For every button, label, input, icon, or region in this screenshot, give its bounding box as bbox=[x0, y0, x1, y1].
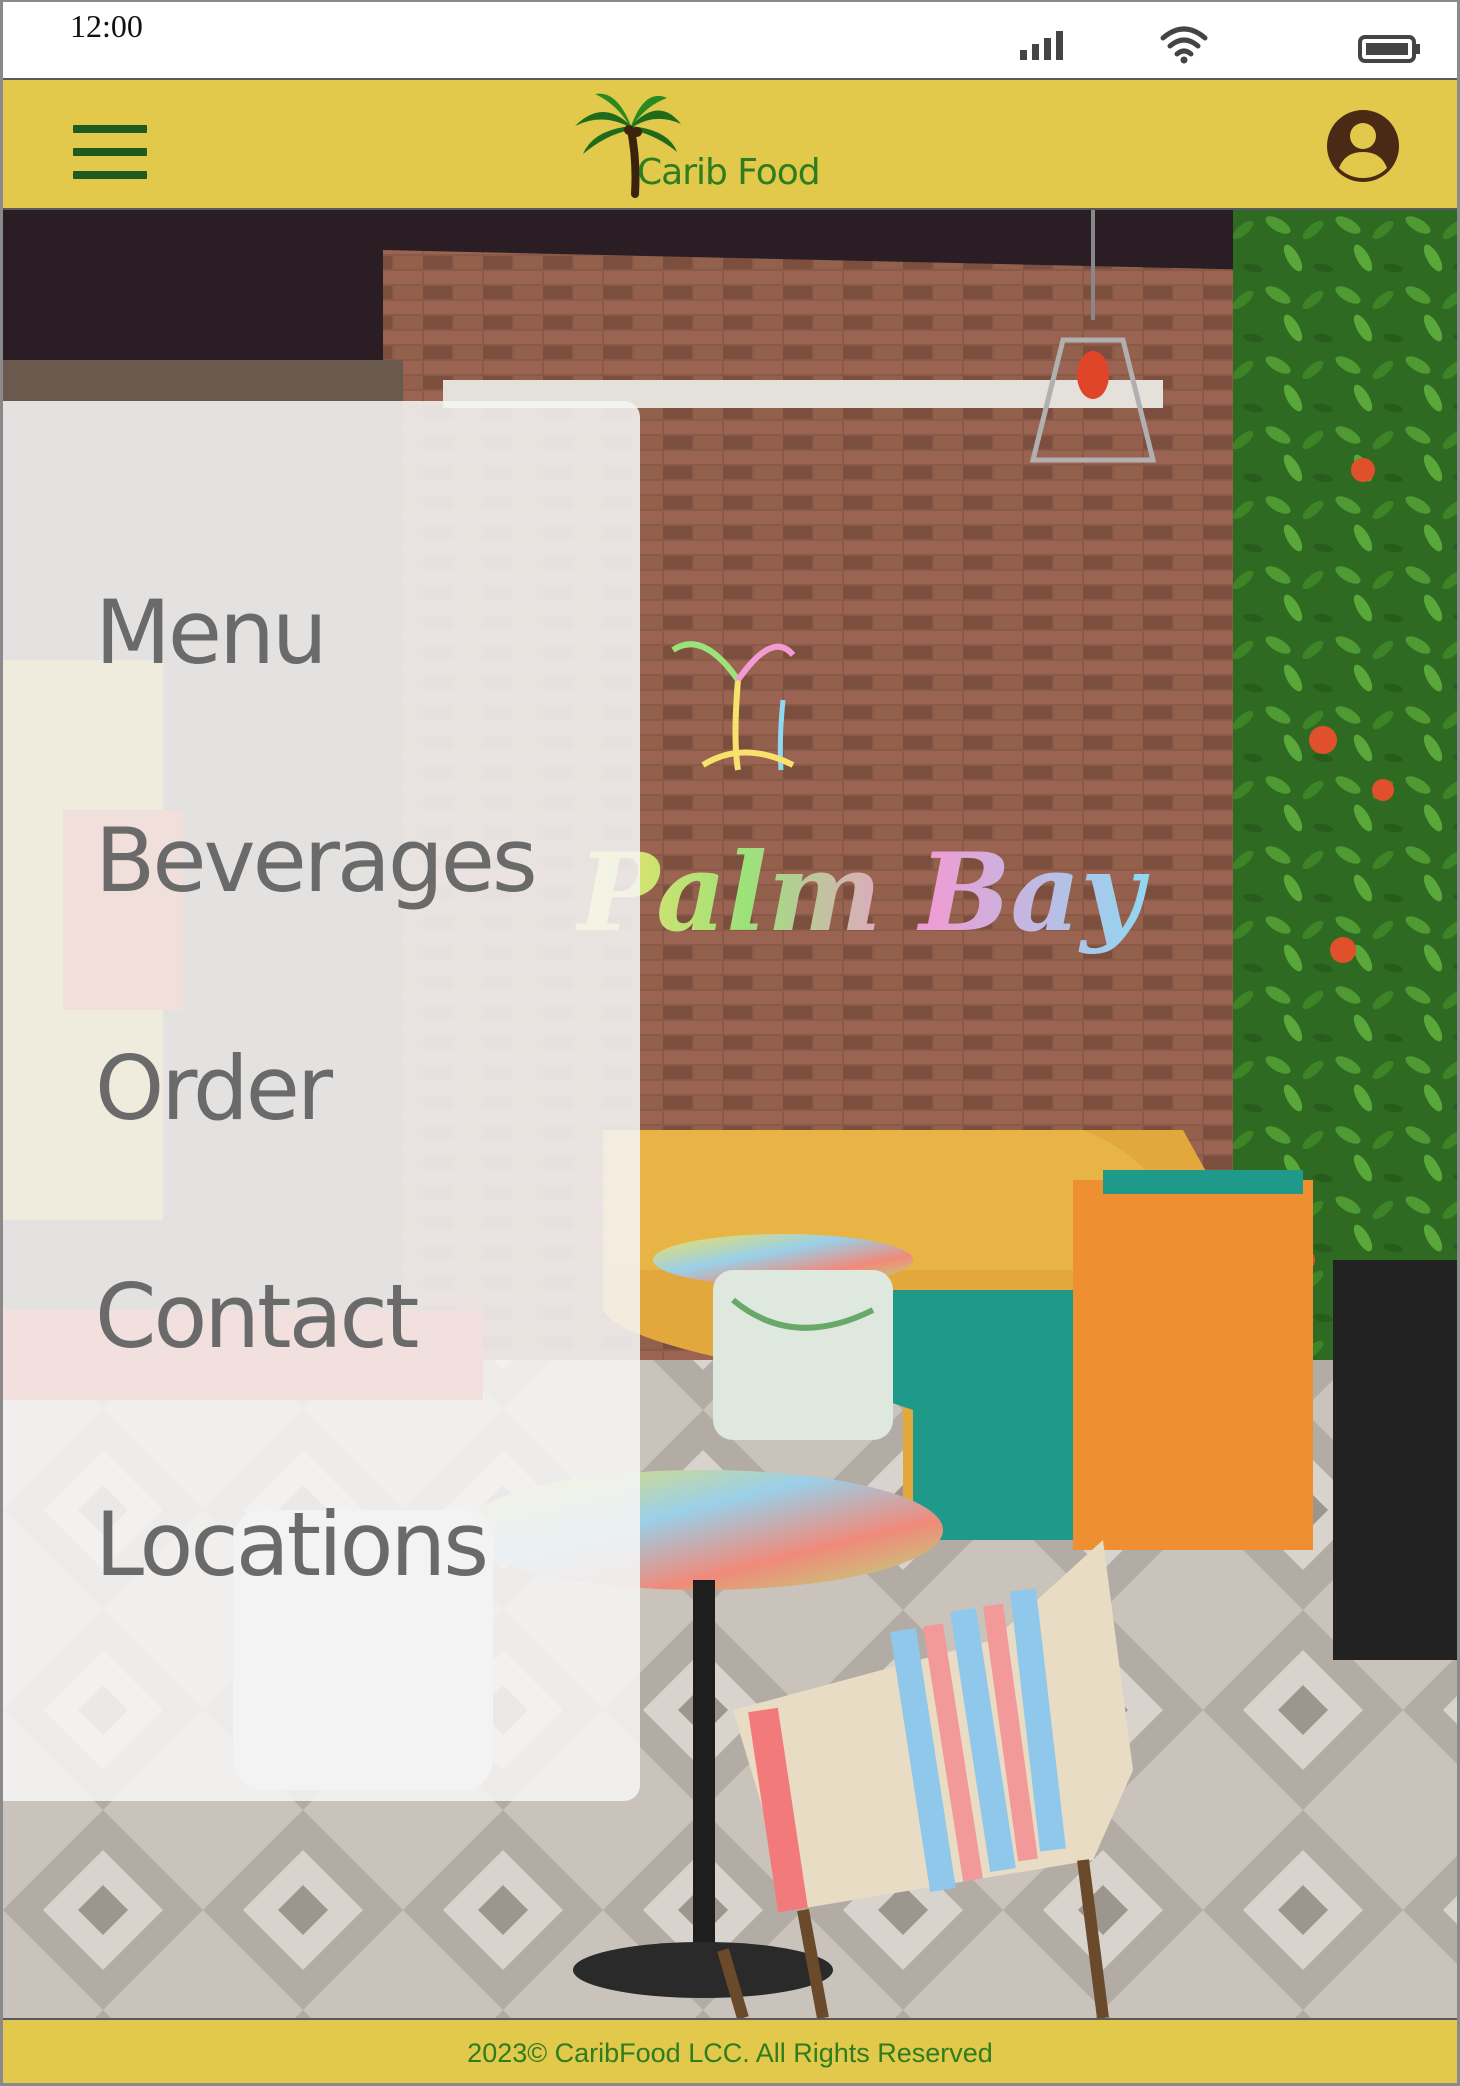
menu-item-locations[interactable]: Locations bbox=[95, 1493, 489, 1596]
carib-food-logo[interactable]: Carib Food bbox=[573, 90, 823, 198]
menu-item-contact[interactable]: Contact bbox=[95, 1265, 419, 1368]
status-bar: 12:00 bbox=[0, 0, 1460, 80]
signal-icon bbox=[1020, 31, 1063, 60]
wifi-icon bbox=[1160, 26, 1208, 64]
account-circle-icon[interactable] bbox=[1325, 108, 1401, 184]
logo-text: Carib Food bbox=[637, 152, 821, 193]
hamburger-menu-button[interactable] bbox=[73, 125, 147, 181]
app-header: Carib Food bbox=[3, 78, 1457, 210]
copyright-text: 2023© CaribFood LCC. All Rights Reserved bbox=[467, 2038, 993, 2068]
hamburger-icon bbox=[73, 125, 147, 133]
battery-icon bbox=[1358, 35, 1420, 63]
menu-item-menu[interactable]: Menu bbox=[95, 581, 328, 684]
status-time: 12:00 bbox=[70, 8, 143, 44]
menu-item-beverages[interactable]: Beverages bbox=[95, 809, 538, 912]
palm-bay-sign: Palm Bay bbox=[575, 830, 1149, 956]
hamburger-icon-bar bbox=[73, 171, 147, 179]
app-footer: 2023© CaribFood LCC. All Rights Reserved bbox=[3, 2018, 1457, 2086]
menu-item-order[interactable]: Order bbox=[95, 1037, 333, 1140]
side-menu: Menu Beverages Order Contact Locations bbox=[3, 401, 640, 1801]
hamburger-icon-bar bbox=[73, 148, 147, 156]
